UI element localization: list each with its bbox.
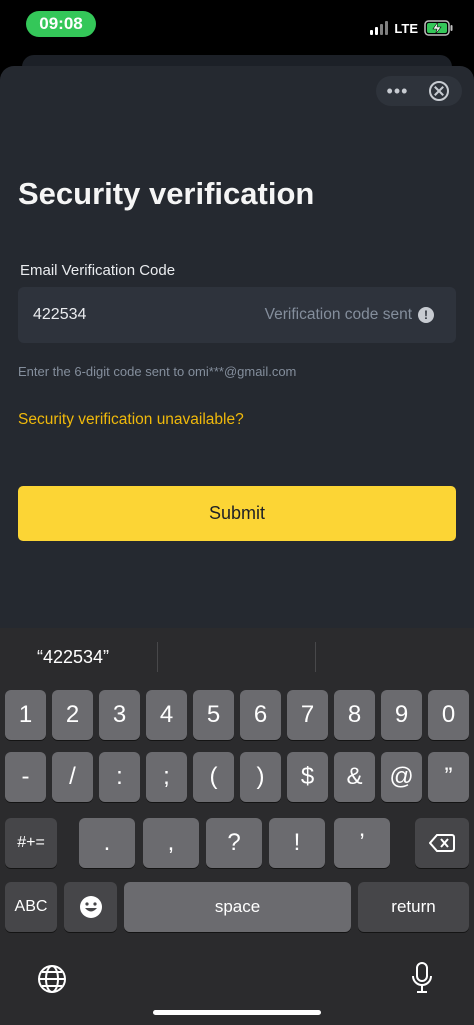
suggestion-item[interactable]: “422534” (37, 628, 109, 686)
mini-program-capsule: ••• (376, 76, 462, 106)
key-row1-6[interactable]: 7 (287, 690, 328, 740)
page-title: Security verification (18, 176, 315, 211)
verification-unavailable-link[interactable]: Security verification unavailable? (18, 411, 244, 429)
code-sent-status: Verification code sent (264, 306, 412, 323)
key-row3-1[interactable]: . (79, 818, 135, 868)
status-time: 09:08 (26, 11, 96, 37)
suggestion-bar: “422534” (0, 628, 474, 686)
key-row3-2[interactable]: , (143, 818, 199, 868)
key-row1-7[interactable]: 8 (334, 690, 375, 740)
key-row1-4[interactable]: 5 (193, 690, 234, 740)
close-icon[interactable] (429, 81, 449, 101)
key-row1-1[interactable]: 2 (52, 690, 93, 740)
key-row3-4[interactable]: ! (269, 818, 325, 868)
key-row1-9[interactable]: 0 (428, 690, 469, 740)
code-value: 422534 (33, 306, 87, 323)
key-row2-7[interactable]: & (334, 752, 375, 802)
key-row2-8[interactable]: @ (381, 752, 422, 802)
delete-key[interactable] (415, 818, 469, 868)
emoji-key[interactable] (64, 882, 117, 932)
key-row2-5[interactable]: ) (240, 752, 281, 802)
key-row2-3[interactable]: ; (146, 752, 187, 802)
key-row2-4[interactable]: ( (193, 752, 234, 802)
key-row1-0[interactable]: 1 (5, 690, 46, 740)
suggestion-divider (315, 642, 316, 672)
suggestion-divider (157, 642, 158, 672)
key-symbols[interactable]: #+= (5, 818, 57, 868)
keyboard: “422534” 1 2 3 4 5 6 7 8 9 0 - /:;() $ & @” #+=.,?!’ ABC… (0, 628, 474, 1025)
status-indicators: LTE (370, 18, 454, 38)
email-code-input[interactable]: 422534 Verification code sent ! (18, 287, 456, 343)
globe-icon[interactable] (37, 964, 67, 994)
key-row2-0[interactable]: - (5, 752, 46, 802)
network-label: LTE (394, 20, 418, 36)
verification-sheet: ••• Security verification Email Verifica… (0, 66, 474, 636)
home-indicator (153, 1010, 321, 1015)
status-bar: 09:08 LTE (0, 0, 474, 50)
return-key[interactable]: return (358, 882, 469, 932)
submit-button[interactable]: Submit (18, 486, 456, 541)
key-row1-8[interactable]: 9 (381, 690, 422, 740)
space-key[interactable]: space (124, 882, 351, 932)
microphone-icon[interactable] (410, 961, 434, 995)
more-icon[interactable]: ••• (376, 76, 419, 106)
key-row2-2[interactable]: : (99, 752, 140, 802)
info-icon[interactable]: ! (418, 307, 434, 323)
key-row3-5[interactable]: ’ (334, 818, 390, 868)
battery-charging-icon (424, 20, 453, 36)
key-abc[interactable]: ABC (5, 882, 57, 932)
email-code-label: Email Verification Code (20, 262, 176, 279)
delete-icon (428, 834, 455, 852)
key-row1-2[interactable]: 3 (99, 690, 140, 740)
key-row2-1[interactable]: / (52, 752, 93, 802)
key-row2-6[interactable]: $ (287, 752, 328, 802)
key-row2-9[interactable]: ” (428, 752, 469, 802)
key-row1-3[interactable]: 4 (146, 690, 187, 740)
code-hint: Enter the 6-digit code sent to omi***@gm… (18, 364, 297, 379)
key-row1-5[interactable]: 6 (240, 690, 281, 740)
key-row3-3[interactable]: ? (206, 818, 262, 868)
emoji-icon (79, 896, 102, 918)
signal-icon (370, 21, 389, 35)
